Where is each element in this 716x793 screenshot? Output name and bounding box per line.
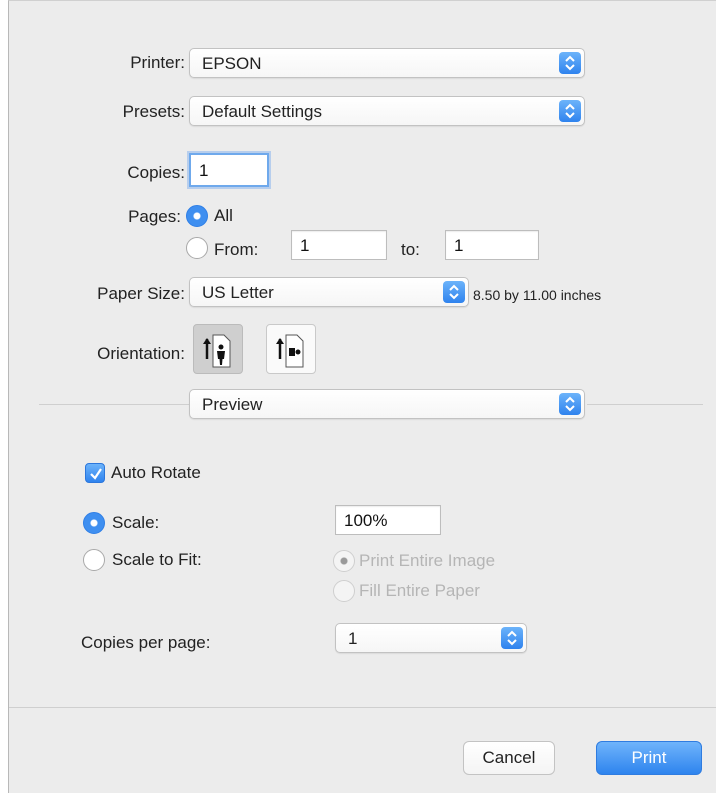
- copies-value: 1: [199, 161, 209, 180]
- copies-per-page-label: Copies per page:: [81, 633, 211, 652]
- scale-radio[interactable]: [83, 512, 105, 534]
- orientation-label: Orientation:: [97, 344, 185, 363]
- pages-from-radio[interactable]: [186, 237, 208, 259]
- presets-popup[interactable]: Default Settings: [189, 96, 585, 126]
- chevron-updown-icon: [559, 52, 581, 74]
- pages-from-label: From:: [214, 240, 259, 259]
- pages-to-input[interactable]: 1: [445, 230, 539, 260]
- pages-from-input[interactable]: 1: [291, 230, 387, 260]
- chevron-updown-icon: [443, 281, 465, 303]
- print-entire-image-radio[interactable]: [333, 550, 355, 572]
- pages-to-value: 1: [454, 236, 464, 255]
- pages-from-value: 1: [300, 236, 310, 255]
- landscape-icon: [276, 334, 304, 368]
- presets-value: Default Settings: [202, 102, 323, 121]
- scale-input[interactable]: 100%: [335, 505, 441, 535]
- scale-label: Scale:: [112, 513, 160, 532]
- copies-input[interactable]: 1: [189, 153, 269, 187]
- checkmark-icon: [90, 468, 102, 480]
- landscape-button[interactable]: [266, 324, 316, 374]
- pages-to-label: to:: [401, 240, 420, 259]
- portrait-button[interactable]: [193, 324, 243, 374]
- pages-label: Pages:: [128, 207, 181, 226]
- copies-label: Copies:: [127, 163, 185, 182]
- printer-value: EPSON: [202, 54, 262, 73]
- scale-value: 100%: [344, 511, 388, 530]
- paper-size-popup[interactable]: US Letter: [189, 277, 469, 307]
- section-popup[interactable]: Preview: [189, 389, 585, 419]
- printer-label: Printer:: [130, 53, 185, 72]
- portrait-icon: [203, 334, 231, 368]
- divider-left: [39, 404, 189, 405]
- paper-size-value: US Letter: [202, 283, 274, 302]
- scale-to-fit-radio[interactable]: [83, 549, 105, 571]
- copies-per-page-popup[interactable]: 1: [335, 623, 527, 653]
- printer-popup[interactable]: EPSON: [189, 48, 585, 78]
- print-button[interactable]: Print: [596, 741, 702, 775]
- print-dialog: Printer: EPSON Presets: Default Settings…: [8, 0, 716, 793]
- fill-entire-paper-radio[interactable]: [333, 580, 355, 602]
- auto-rotate-checkbox[interactable]: [85, 463, 105, 483]
- scale-to-fit-label: Scale to Fit:: [112, 550, 202, 569]
- auto-rotate-label: Auto Rotate: [111, 463, 201, 482]
- chevron-updown-icon: [501, 627, 523, 649]
- print-entire-image-label: Print Entire Image: [359, 551, 496, 570]
- divider-right: [587, 404, 703, 405]
- chevron-updown-icon: [559, 100, 581, 122]
- section-value: Preview: [202, 395, 263, 414]
- copies-per-page-value: 1: [348, 629, 358, 648]
- presets-label: Presets:: [122, 102, 185, 121]
- paper-size-label: Paper Size:: [97, 284, 185, 303]
- pages-all-radio[interactable]: [186, 205, 208, 227]
- chevron-updown-icon: [559, 393, 581, 415]
- fill-entire-paper-label: Fill Entire Paper: [359, 581, 480, 600]
- paper-dimensions: 8.50 by 11.00 inches: [473, 287, 602, 303]
- bottom-divider: [9, 707, 716, 708]
- pages-all-label: All: [214, 206, 233, 225]
- cancel-button[interactable]: Cancel: [463, 741, 555, 775]
